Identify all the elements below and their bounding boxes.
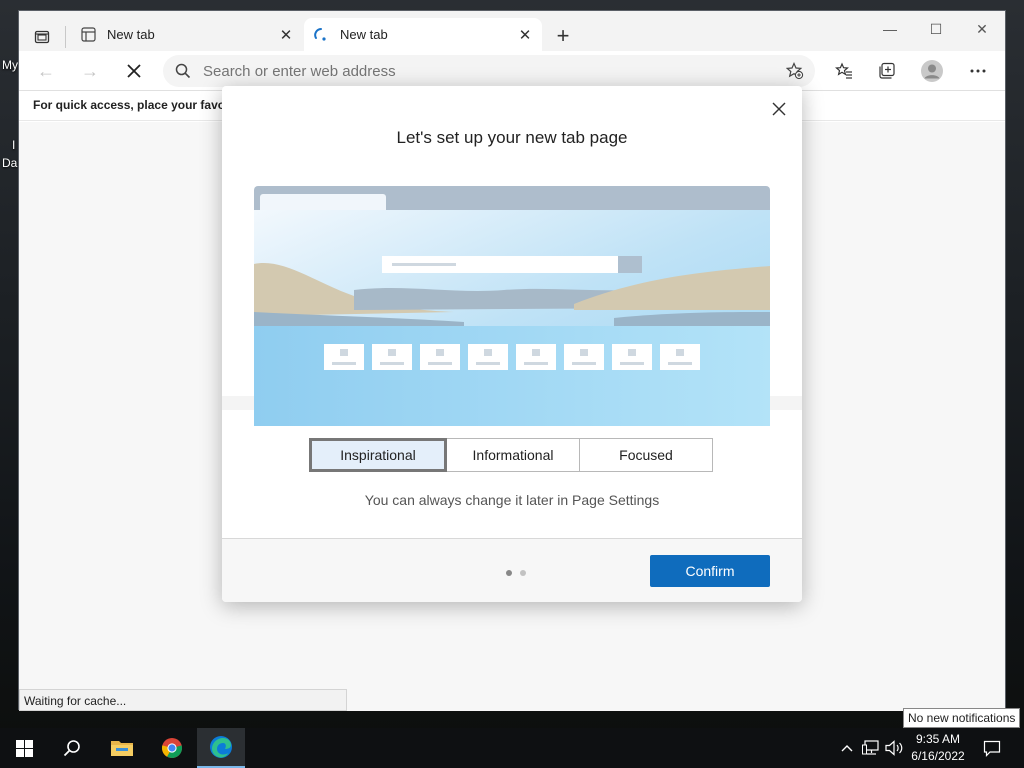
search-icon bbox=[63, 740, 80, 757]
tab-actions-menu-button[interactable] bbox=[29, 24, 55, 50]
layout-preview-image bbox=[254, 186, 770, 426]
dialog-footer: Confirm bbox=[222, 538, 802, 602]
desktop-icon-label[interactable]: I bbox=[12, 138, 15, 152]
desktop-icon-label[interactable]: Da bbox=[2, 156, 17, 170]
layout-option-informational[interactable]: Informational bbox=[447, 438, 580, 472]
taskbar-search-button[interactable] bbox=[48, 728, 96, 768]
notification-tooltip: No new notifications bbox=[903, 708, 1021, 728]
network-icon[interactable] bbox=[861, 738, 881, 758]
file-explorer-button[interactable] bbox=[98, 728, 146, 768]
tab-separator bbox=[65, 26, 66, 48]
page-indicator-dot bbox=[520, 570, 526, 576]
settings-more-icon[interactable] bbox=[963, 56, 993, 86]
confirm-button[interactable]: Confirm bbox=[650, 555, 770, 587]
new-tab-setup-dialog: Let's set up your new tab page Inspirati… bbox=[222, 86, 802, 602]
page-settings-hint: You can always change it later in Page S… bbox=[364, 492, 660, 508]
navigation-toolbar: ← → bbox=[19, 51, 1005, 91]
new-tab-page-icon bbox=[79, 26, 97, 44]
start-icon bbox=[15, 739, 33, 757]
chrome-icon bbox=[161, 738, 183, 759]
page-indicator bbox=[506, 570, 526, 576]
close-window-button[interactable]: ✕ bbox=[959, 15, 1005, 43]
address-input[interactable] bbox=[203, 62, 781, 80]
layout-option-focused[interactable]: Focused bbox=[580, 438, 713, 472]
tab-strip: New tab ✕ New tab ✕ + — ☐ ✕ bbox=[19, 11, 1005, 51]
page-indicator-dot-current bbox=[506, 570, 512, 576]
tab-close-icon[interactable]: ✕ bbox=[514, 24, 536, 46]
chrome-button[interactable] bbox=[148, 728, 196, 768]
tab-new-tab-active[interactable]: New tab ✕ bbox=[304, 18, 542, 51]
search-icon bbox=[175, 63, 203, 79]
system-clock[interactable]: 9:35 AM 6/16/2022 bbox=[902, 731, 974, 765]
address-bar[interactable] bbox=[163, 55, 815, 87]
action-center-icon[interactable] bbox=[982, 738, 1002, 758]
show-hidden-icons-chevron-icon[interactable] bbox=[837, 738, 857, 758]
back-icon[interactable]: ← bbox=[31, 56, 61, 86]
desktop-icon-label[interactable]: My bbox=[2, 58, 18, 72]
clock-date: 6/16/2022 bbox=[911, 749, 965, 763]
layout-option-group: Inspirational Informational Focused bbox=[309, 438, 713, 472]
add-favorite-icon[interactable] bbox=[781, 62, 809, 80]
new-tab-button[interactable]: + bbox=[550, 23, 576, 49]
minimize-button[interactable]: — bbox=[867, 15, 913, 43]
dialog-close-icon[interactable] bbox=[768, 98, 790, 120]
taskbar: 9:35 AM 6/16/2022 bbox=[0, 728, 1024, 768]
tab-actions-icon bbox=[34, 30, 50, 44]
file-explorer-icon bbox=[111, 741, 133, 756]
start-button[interactable] bbox=[0, 728, 48, 768]
clock-time: 9:35 AM bbox=[915, 732, 961, 746]
tab-close-icon[interactable]: ✕ bbox=[275, 24, 297, 46]
tab-title: New tab bbox=[107, 27, 155, 42]
edge-button[interactable] bbox=[197, 728, 245, 768]
forward-icon[interactable]: → bbox=[75, 56, 105, 86]
favorites-icon[interactable] bbox=[829, 56, 859, 86]
loading-spinner-icon bbox=[312, 26, 330, 44]
edge-icon bbox=[210, 736, 232, 758]
dialog-title: Let's set up your new tab page bbox=[396, 128, 628, 147]
status-bar: Waiting for cache... bbox=[19, 689, 347, 711]
maximize-button[interactable]: ☐ bbox=[913, 15, 959, 43]
collections-icon[interactable] bbox=[872, 56, 902, 86]
tab-title: New tab bbox=[340, 27, 388, 42]
stop-loading-icon[interactable] bbox=[119, 56, 149, 86]
layout-option-inspirational[interactable]: Inspirational bbox=[309, 438, 447, 472]
profile-avatar[interactable] bbox=[917, 56, 947, 86]
favorites-bar-hint: For quick access, place your favorit bbox=[33, 98, 238, 112]
tab-new-tab[interactable]: New tab ✕ bbox=[71, 18, 303, 51]
